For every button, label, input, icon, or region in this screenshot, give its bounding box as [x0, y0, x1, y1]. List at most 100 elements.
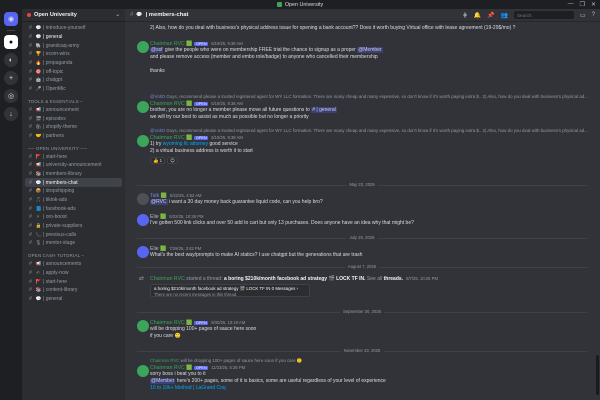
hash-icon: #	[29, 34, 32, 41]
sidebar-channel[interactable]: # 📢 | announcement	[22, 106, 125, 115]
channel-category[interactable]: ── Open University ──	[22, 144, 125, 152]
message-content: 2) a virtual business address is worth i…	[150, 148, 253, 154]
thread-preview[interactable]: a boring $210k/month facebook ad strateg…	[150, 284, 310, 297]
timestamp: 11/23/25, 5:36 PM	[211, 365, 246, 370]
avatar[interactable]	[137, 101, 149, 113]
channel-category[interactable]: TOOLS & ESSENTIALS –	[22, 98, 125, 106]
reaction-thumbs-up[interactable]: 👍 1	[150, 157, 166, 164]
sidebar-channel[interactable]: # 🐘 | grandcaq-army	[22, 41, 125, 50]
add-reaction-button[interactable]: 😊	[167, 157, 178, 164]
sidebar-channel[interactable]: # ⚡ | oro-boost	[22, 213, 125, 222]
reply-preview[interactable]: @VoltO Guys, recommend please a trusted …	[150, 94, 588, 99]
server-icon[interactable]: ◐	[4, 53, 18, 67]
help-icon[interactable]: ?	[592, 12, 595, 18]
reply-preview[interactable]: @VoltO Guys, recommend please a trusted …	[150, 128, 588, 133]
members-icon[interactable]: 👥	[501, 12, 508, 19]
hash-icon: #	[130, 12, 134, 18]
channel-emoji-icon: 💬	[35, 34, 42, 40]
sidebar-channel[interactable]: # 💬 | general	[22, 33, 125, 42]
sidebar-channel[interactable]: # 🤝 | partners	[22, 132, 125, 141]
role-mention[interactable]: @Member	[357, 47, 383, 53]
add-server-icon[interactable]: +	[4, 71, 18, 85]
sidebar-channel[interactable]: # 🎵 | tiktok-ads	[22, 196, 125, 205]
inbox-icon[interactable]: ▭	[580, 12, 586, 19]
download-icon[interactable]: ↓	[4, 107, 18, 121]
message-link[interactable]: 10 to 10k+ Method | LaGrand Coq	[150, 385, 226, 391]
channel-emoji-icon: 📢	[35, 162, 42, 168]
avatar[interactable]	[137, 214, 149, 226]
avatar[interactable]	[137, 320, 149, 332]
sidebar-channel[interactable]: # 🎯 | off-topic	[22, 67, 125, 76]
message-content: if you care 🙂	[150, 333, 181, 339]
avatar[interactable]	[137, 246, 149, 258]
sidebar-channel[interactable]: # 🎙 | mentor-stage	[22, 239, 125, 248]
channel-emoji-icon: 🛍	[35, 124, 42, 130]
message-link[interactable]: wyoming llc attorney	[163, 141, 208, 147]
avatar[interactable]	[137, 365, 149, 377]
sidebar-channel[interactable]: # 💬 | general	[22, 295, 125, 304]
discord-home-icon[interactable]: ◉	[4, 12, 18, 26]
thread-title[interactable]: a boring $210k/month facebook ad strateg…	[224, 276, 366, 282]
sidebar-channel[interactable]: # 📢 | university-announcement	[22, 161, 125, 170]
timestamp: 8/7/25, 10:25 PM	[406, 276, 438, 281]
sidebar-channel[interactable]: # 💬 | members-chat	[25, 178, 122, 187]
channel-emoji-icon: 🎤	[35, 86, 42, 92]
sidebar-channel[interactable]: # 🚩 | start-here	[22, 152, 125, 161]
channel-name: | previous-calls	[43, 231, 77, 238]
maximize-icon[interactable]: ❐	[580, 1, 585, 8]
user-mention[interactable]: @RVC	[150, 199, 168, 205]
sidebar-channel[interactable]: # 📚 | members-library	[22, 170, 125, 179]
notification-bell-icon[interactable]: 🔔	[474, 12, 481, 19]
channel-emoji-icon: 💬	[35, 25, 42, 31]
scrollbar[interactable]	[596, 355, 599, 395]
avatar[interactable]	[137, 193, 149, 205]
server-logo-icon	[276, 2, 282, 7]
channel-emoji-icon: 💬	[35, 179, 42, 185]
sidebar-channel[interactable]: # 📦 | dropshipping	[22, 187, 125, 196]
reply-text: will be dropping 100+ pages of sauce her…	[179, 358, 303, 363]
thread-preview-empty: There are no recent messages in this thr…	[154, 292, 238, 297]
date-divider: November 23, 2025	[137, 348, 587, 353]
hash-icon: #	[29, 278, 32, 285]
server-icon-open-university[interactable]: ●	[4, 35, 18, 49]
channel-name: | university-announcement	[43, 162, 102, 169]
user-mention[interactable]: @ssf	[150, 47, 164, 53]
sidebar-channel[interactable]: # 🎬 | episodes	[22, 114, 125, 123]
message-text: brother, you are no longer a member plea…	[150, 107, 312, 113]
avatar[interactable]	[137, 41, 149, 53]
pin-icon[interactable]: 📌	[487, 12, 494, 19]
username[interactable]: Chairman RVC	[150, 276, 185, 282]
sidebar-channel[interactable]: # 🤖 | chatgpt	[22, 76, 125, 85]
sidebar-channel[interactable]: # 🏆 | ecom-wins	[22, 50, 125, 59]
see-all-threads-link[interactable]: threads.	[384, 276, 403, 282]
minimize-icon[interactable]: —	[568, 1, 574, 8]
date-divider-label: August 7, 2025	[344, 264, 380, 269]
sidebar-channel[interactable]: # 📞 | previous-calls	[22, 230, 125, 239]
sidebar-channel[interactable]: # ✍ | apply-now	[22, 269, 125, 278]
sidebar-channel[interactable]: # 📚 | content-library	[22, 286, 125, 295]
date-divider-label: November 23, 2025	[340, 348, 384, 353]
message-content: thanks	[150, 68, 165, 74]
sidebar-channel[interactable]: # 💬 | introduce-yourself	[22, 24, 125, 33]
reply-username: Chairman RVC	[150, 358, 180, 363]
search-input[interactable]	[513, 11, 574, 19]
sidebar-channel[interactable]: # 🛍 | shopify-theme	[22, 123, 125, 132]
sidebar-channel[interactable]: # 🔒 | private-suppliers	[22, 222, 125, 231]
sidebar-channel[interactable]: # 🚩 | start-here	[22, 277, 125, 286]
sidebar-channel[interactable]: # 🎤 | OpenMic	[22, 85, 125, 94]
channel-category[interactable]: OPEN CASH TUTORIAL –	[22, 252, 125, 260]
sidebar-channel[interactable]: # 🔥 | propaganda	[22, 59, 125, 68]
sidebar-channel[interactable]: # 📢 | announcements	[22, 260, 125, 269]
sidebar-channel[interactable]: # 📘 | facebook-ads	[22, 204, 125, 213]
channel-mention[interactable]: # | general	[311, 107, 337, 113]
hash-icon: #	[29, 124, 32, 131]
chat-bubble-icon: 💬	[136, 12, 143, 18]
avatar[interactable]	[137, 135, 149, 147]
role-mention[interactable]: @Member	[150, 378, 176, 384]
date-divider-label: July 29, 2025	[346, 235, 378, 240]
close-icon[interactable]: ✕	[591, 1, 596, 8]
server-header[interactable]: Open University ⌄	[22, 9, 125, 22]
explore-icon[interactable]: ◎	[4, 89, 18, 103]
channel-emoji-icon: 🎙	[35, 240, 42, 246]
threads-icon[interactable]: ⋕	[463, 12, 468, 19]
